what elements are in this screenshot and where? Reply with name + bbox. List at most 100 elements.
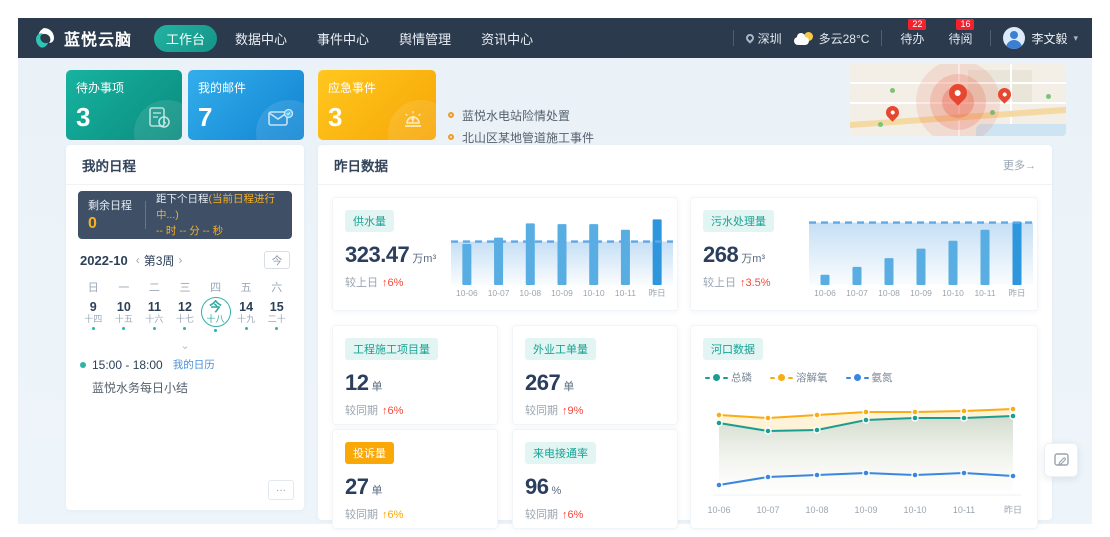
- event-calendar-tag: 我的日历: [173, 357, 215, 372]
- emergency-event-list: 蓝悦水电站险情处置 北山区某地管道施工事件: [448, 104, 594, 148]
- water-supply-bar-chart: 10-0610-0710-0810-0910-1010-11昨日: [451, 210, 673, 298]
- schedule-more-button[interactable]: ···: [268, 480, 294, 500]
- svg-text:10-09: 10-09: [910, 288, 932, 298]
- estuary-data-card: 河口数据 总磷溶解氧氨氮 10-0610-0710-0810-0910-1010…: [690, 325, 1038, 529]
- metric-value: 96: [525, 474, 548, 499]
- calendar-header: 2022-10 ‹ 第3周 › 今: [80, 251, 290, 269]
- screenshot-stage: 蓝悦云脑 工作台 数据中心 事件中心 舆情管理 资讯中心 深圳 多云28°C 2…: [0, 0, 1110, 537]
- mini-map[interactable]: [850, 64, 1066, 136]
- divider: [733, 30, 734, 46]
- compare-label: 较同期: [525, 405, 558, 417]
- chevron-down-icon: ▾: [1073, 33, 1078, 44]
- remaining-value: 0: [88, 215, 143, 233]
- weekday-label: 六: [261, 279, 292, 295]
- week-prev-icon[interactable]: ‹: [136, 253, 140, 267]
- svg-text:10-06: 10-06: [814, 288, 836, 298]
- calendar-expand-icon[interactable]: ⌄: [66, 341, 304, 351]
- event-dot: [214, 329, 217, 332]
- week-next-icon[interactable]: ›: [178, 253, 182, 267]
- divider: [990, 30, 991, 46]
- user-menu[interactable]: 李文毅 ▾: [1003, 27, 1078, 49]
- schedule-countdown-card: 剩余日程 0 距下个日程(当前日程进行中...) -- 时 -- 分 -- 秒: [78, 191, 292, 239]
- remaining-label: 剩余日程: [88, 197, 143, 213]
- weather-label: 多云28°C: [819, 30, 870, 47]
- svg-text:10-07: 10-07: [846, 288, 868, 298]
- legend-item[interactable]: 溶解氧: [770, 370, 828, 385]
- svg-text:10-10: 10-10: [583, 288, 605, 298]
- todo-count-badge: 22: [908, 19, 926, 30]
- legend-item[interactable]: 氨氮: [846, 370, 893, 385]
- calendar-day[interactable]: 10十五: [109, 297, 140, 332]
- metric-badge: 投诉量: [345, 442, 394, 464]
- weekday-label: 五: [231, 279, 262, 295]
- yesterday-data-panel: 昨日数据 更多→ 供水量 323.47万m³ 较上日↑6% 10-0610-07…: [318, 145, 1052, 520]
- metric-value: 323.47: [345, 242, 409, 267]
- change-value: ↑6%: [382, 509, 403, 521]
- weekday-label: 三: [170, 279, 201, 295]
- next-schedule-label: 距下个日程: [156, 193, 209, 205]
- menu-item-opinion-mgmt[interactable]: 舆情管理: [387, 25, 463, 52]
- metric-value: 267: [525, 370, 560, 395]
- panel-title: 昨日数据: [334, 155, 388, 175]
- calendar-days-row: 9十四 10十五 11十六 12十七 今十八 14十九 15二十: [78, 297, 292, 332]
- emergency-event-item[interactable]: 蓝悦水电站险情处置: [448, 104, 594, 126]
- today-ring: 今十八: [201, 297, 231, 327]
- alarm-siren-icon: [400, 107, 426, 131]
- metric-unit: 万m³: [412, 253, 436, 265]
- metric-unit: 单: [563, 381, 574, 393]
- menu-item-event-center[interactable]: 事件中心: [305, 25, 381, 52]
- more-link[interactable]: 更多→: [1003, 157, 1036, 173]
- svg-text:10-11: 10-11: [953, 505, 975, 515]
- change-value: ↑6%: [382, 405, 403, 417]
- location: 深圳: [746, 30, 782, 47]
- todo-nav-button[interactable]: 22 待办: [894, 30, 930, 47]
- svg-text:10-08: 10-08: [805, 505, 828, 515]
- calendar-day[interactable]: 12十七: [170, 297, 201, 332]
- metric-badge: 外业工单量: [525, 338, 596, 360]
- metric-value: 12: [345, 370, 368, 395]
- metric-badge: 供水量: [345, 210, 394, 232]
- calendar-day[interactable]: 9十四: [78, 297, 109, 332]
- brand: 蓝悦云脑: [32, 26, 132, 50]
- change-value: ↑9%: [562, 405, 583, 417]
- legend-label: 溶解氧: [796, 370, 828, 385]
- metric-badge: 来电接通率: [525, 442, 596, 464]
- menu-item-data-center[interactable]: 数据中心: [223, 25, 299, 52]
- quick-note-fab[interactable]: [1044, 443, 1078, 477]
- legend-item[interactable]: 总磷: [705, 370, 752, 385]
- card-title: 我的邮件: [198, 79, 294, 96]
- emergency-summary-card[interactable]: 应急事件 3: [318, 70, 436, 140]
- svg-text:10-10: 10-10: [942, 288, 964, 298]
- compare-label: 较同期: [525, 509, 558, 521]
- calendar-day[interactable]: 15二十: [261, 297, 292, 332]
- svg-text:昨日: 昨日: [1008, 288, 1025, 298]
- svg-text:10-08: 10-08: [519, 288, 541, 298]
- call-answer-rate-card: 来电接通率 96% 较同期↑6%: [512, 429, 678, 529]
- brand-name: 蓝悦云脑: [64, 26, 132, 50]
- map-poi-dot: [890, 88, 895, 93]
- field-work-orders-card: 外业工单量 267单 较同期 ↑9%: [512, 325, 678, 425]
- location-pin-icon: [744, 32, 755, 43]
- mail-icon: [267, 107, 294, 131]
- weather: 多云28°C: [794, 30, 870, 47]
- todo-summary-card[interactable]: 待办事项 3: [66, 70, 182, 140]
- menu-item-workbench[interactable]: 工作台: [154, 25, 217, 52]
- schedule-event[interactable]: 15:00 - 18:00 我的日历 蓝悦水务每日小结: [80, 357, 215, 396]
- mail-summary-card[interactable]: 我的邮件 7: [188, 70, 304, 140]
- task-clock-icon: [146, 105, 172, 131]
- legend-label: 总磷: [731, 370, 752, 385]
- estuary-line-chart: 10-0610-0710-0810-0910-1010-11昨日: [703, 387, 1025, 526]
- navbar-right: 深圳 多云28°C 22 待办 16 待阅 李文毅 ▾: [733, 27, 1078, 49]
- divider: [881, 30, 882, 46]
- menu-item-news-center[interactable]: 资讯中心: [469, 25, 545, 52]
- toread-nav-button[interactable]: 16 待阅: [942, 30, 978, 47]
- estuary-legend: 总磷 溶解氧 氨氮: [705, 370, 1025, 385]
- calendar-day-today[interactable]: 今十八: [200, 297, 231, 332]
- calendar-day[interactable]: 11十六: [139, 297, 170, 332]
- calendar-day[interactable]: 14十九: [231, 297, 262, 332]
- brand-logo-icon: [32, 26, 56, 50]
- toread-count-badge: 16: [956, 19, 974, 30]
- event-dot: [122, 327, 125, 330]
- bullet-circle-icon: [448, 134, 454, 140]
- today-button[interactable]: 今: [264, 251, 290, 269]
